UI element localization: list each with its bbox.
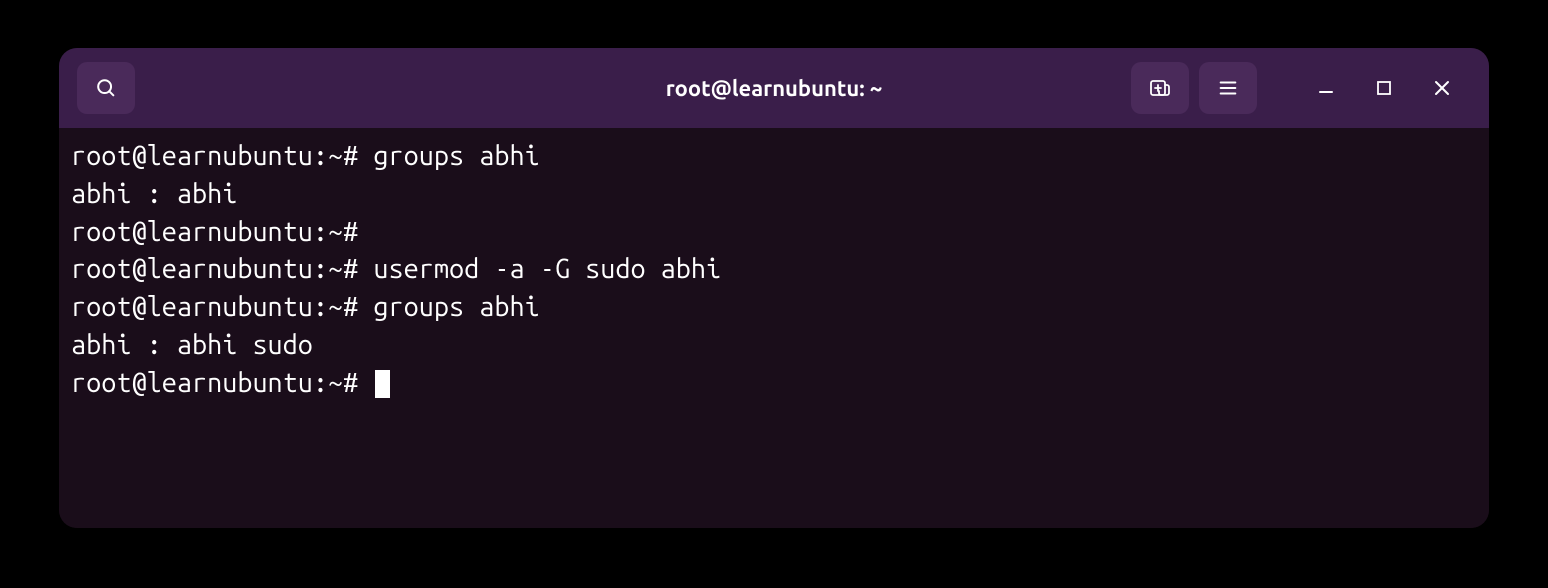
terminal-line: root@learnubuntu:~# [71,214,1477,252]
menu-button[interactable] [1199,62,1257,114]
terminal-line: root@learnubuntu:~# usermod -a -G sudo a… [71,251,1477,289]
terminal-line: abhi : abhi sudo [71,327,1477,365]
terminal-line: abhi : abhi [71,176,1477,214]
minimize-icon [1317,79,1335,97]
new-tab-button[interactable] [1131,62,1189,114]
terminal-line: root@learnubuntu:~# groups abhi [71,138,1477,176]
terminal-prompt-line: root@learnubuntu:~# [71,365,1477,403]
terminal-body[interactable]: root@learnubuntu:~# groups abhi abhi : a… [59,128,1489,528]
window-controls [1297,62,1471,114]
search-button[interactable] [77,62,135,114]
maximize-button[interactable] [1355,62,1413,114]
titlebar: root@learnubuntu: ~ [59,48,1489,128]
terminal-line: root@learnubuntu:~# groups abhi [71,289,1477,327]
close-button[interactable] [1413,62,1471,114]
terminal-prompt: root@learnubuntu:~# [71,368,373,398]
cursor [375,370,390,398]
window-title: root@learnubuntu: ~ [666,76,883,101]
new-tab-icon [1148,76,1172,100]
terminal-window: root@learnubuntu: ~ [59,48,1489,528]
maximize-icon [1376,80,1392,96]
search-icon [95,77,117,99]
close-icon [1433,79,1451,97]
titlebar-right [1131,62,1471,114]
hamburger-icon [1217,77,1239,99]
minimize-button[interactable] [1297,62,1355,114]
